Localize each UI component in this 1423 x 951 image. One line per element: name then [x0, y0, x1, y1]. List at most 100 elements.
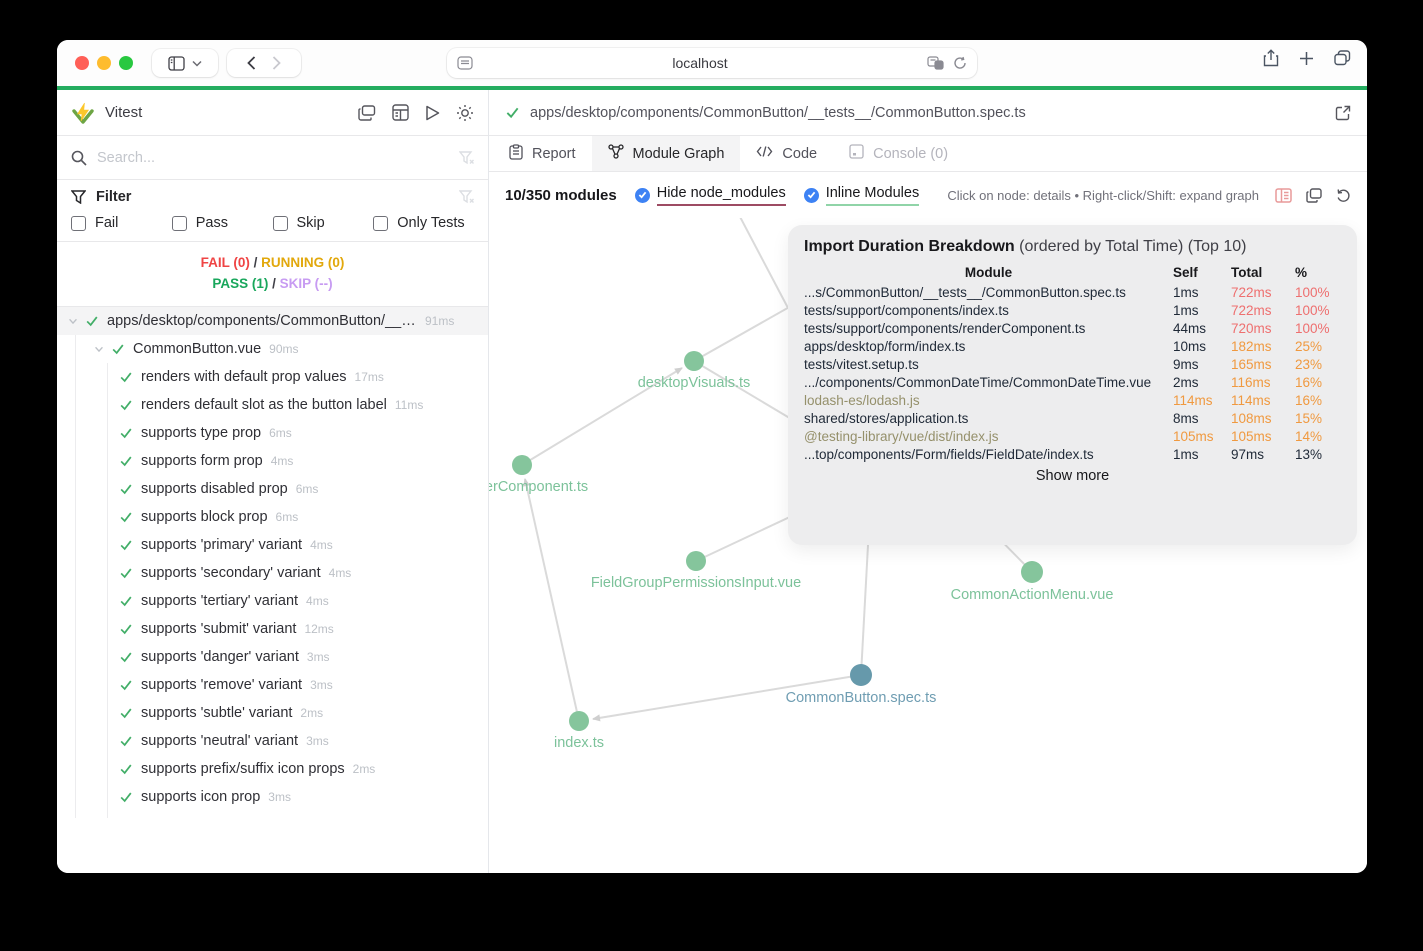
test-case-row[interactable]: supports block prop 6ms	[57, 503, 488, 531]
test-case-row[interactable]: supports icon prop 3ms	[57, 783, 488, 811]
column-header-total: Total	[1231, 265, 1263, 280]
open-external-icon[interactable]	[1335, 105, 1351, 121]
test-suite-row[interactable]: CommonButton.vue 90ms	[57, 335, 488, 363]
tab-label: Code	[782, 145, 818, 162]
test-case-row[interactable]: supports 'danger' variant 3ms	[57, 643, 488, 671]
breakdown-row[interactable]: tests/support/components/index.ts 1ms 72…	[804, 301, 1341, 319]
search-icon	[71, 150, 87, 166]
clear-filters-icon[interactable]	[459, 190, 474, 204]
test-case-row[interactable]: renders with default prop values 17ms	[57, 363, 488, 391]
test-case-label: supports prefix/suffix icon props	[141, 761, 345, 777]
checkbox-checked-icon[interactable]	[803, 187, 819, 203]
breakdown-row[interactable]: .../components/CommonDateTime/CommonDate…	[804, 373, 1341, 391]
reload-icon[interactable]	[953, 56, 967, 70]
graph-node-index.ts[interactable]	[569, 711, 589, 731]
address-bar[interactable]: localhost	[447, 48, 977, 78]
breakdown-row[interactable]: tests/vitest.setup.ts 9ms 165ms 23%	[804, 355, 1341, 373]
minimize-button[interactable]	[97, 56, 111, 70]
breakdown-panel-icon[interactable]	[1275, 187, 1292, 203]
run-icon[interactable]	[425, 105, 440, 121]
checkbox-unchecked-icon[interactable]	[373, 215, 389, 231]
test-case-row[interactable]: supports 'tertiary' variant 4ms	[57, 587, 488, 615]
breakdown-row[interactable]: tests/support/components/renderComponent…	[804, 319, 1341, 337]
forward-button[interactable]	[272, 56, 281, 70]
filter-icon	[71, 190, 86, 204]
test-case-row[interactable]: supports 'neutral' variant 3ms	[57, 727, 488, 755]
tab-overview-icon[interactable]	[1334, 50, 1351, 66]
test-case-label: supports 'secondary' variant	[141, 565, 321, 581]
breakdown-title: Import Duration Breakdown (ordered by To…	[804, 238, 1247, 255]
test-case-label: renders with default prop values	[141, 369, 347, 385]
checkbox-checked-icon[interactable]	[634, 187, 650, 203]
test-file-row[interactable]: apps/desktop/components/CommonButton/__t…	[57, 307, 488, 335]
layers-icon[interactable]	[358, 104, 376, 121]
inline-modules-checkbox[interactable]: Inline Modules	[803, 185, 920, 206]
test-case-label: supports 'tertiary' variant	[141, 593, 299, 609]
clear-search-filter-icon[interactable]	[459, 150, 474, 165]
tab-module-graph[interactable]: Module Graph	[591, 136, 741, 171]
translate-icon[interactable]	[927, 56, 945, 70]
hide-node-modules-checkbox[interactable]: Hide node_modules	[634, 185, 786, 206]
breakdown-row[interactable]: apps/desktop/form/index.ts 10ms 182ms 25…	[804, 337, 1341, 355]
test-case-row[interactable]: supports 'primary' variant 4ms	[57, 531, 488, 559]
chevron-down-icon[interactable]	[67, 315, 79, 327]
tab-report[interactable]: Report	[493, 136, 592, 171]
dashboard-icon[interactable]	[392, 104, 409, 121]
graph-node-label: CommonActionMenu.vue	[951, 587, 1114, 603]
copy-graph-icon[interactable]	[1306, 187, 1322, 203]
new-tab-icon[interactable]	[1299, 51, 1314, 66]
filter-checkbox-only-tests[interactable]: Only Tests	[373, 215, 474, 231]
check-icon	[120, 372, 132, 383]
test-case-row[interactable]: supports prefix/suffix icon props 2ms	[57, 755, 488, 783]
sidebar-toggle-button[interactable]	[152, 49, 218, 77]
module-graph-icon	[607, 144, 624, 163]
test-case-row[interactable]: supports type prop 6ms	[57, 419, 488, 447]
graph-node-CommonActionMenu.vue[interactable]	[1021, 561, 1043, 583]
checkbox-unchecked-icon[interactable]	[71, 215, 86, 231]
test-case-row[interactable]: supports 'subtle' variant 2ms	[57, 699, 488, 727]
filter-checkbox-fail[interactable]: Fail	[71, 215, 172, 231]
graph-node-desktopVisuals.ts[interactable]	[684, 351, 704, 371]
back-button[interactable]	[247, 56, 256, 70]
breakdown-row[interactable]: ...top/components/Form/fields/FieldDate/…	[804, 445, 1341, 463]
checkbox-unchecked-icon[interactable]	[272, 215, 288, 231]
breakdown-row[interactable]: lodash-es/lodash.js 114ms 114ms 16%	[804, 391, 1341, 409]
vitest-logo	[72, 102, 94, 124]
breakdown-row[interactable]: ...s/CommonButton/__tests__/CommonButton…	[804, 283, 1341, 301]
show-more-button[interactable]: Show more	[804, 468, 1341, 484]
breakdown-total: 108ms	[1231, 410, 1272, 426]
theme-toggle-icon[interactable]	[456, 104, 474, 122]
chevron-down-icon[interactable]	[93, 343, 105, 355]
test-case-row[interactable]: supports 'secondary' variant 4ms	[57, 559, 488, 587]
breakdown-pct: 13%	[1295, 446, 1323, 462]
breakdown-module: tests/vitest.setup.ts	[804, 356, 919, 372]
breakdown-self: 114ms	[1173, 392, 1213, 408]
graph-node-renderComponent.ts[interactable]	[512, 455, 532, 475]
tab-console-0[interactable]: Console (0)	[833, 136, 964, 171]
filter-checkbox-skip[interactable]: Skip	[272, 215, 374, 231]
breakdown-self: 1ms	[1173, 302, 1199, 318]
test-case-row[interactable]: supports disabled prop 6ms	[57, 475, 488, 503]
breakdown-row[interactable]: shared/stores/application.ts 8ms 108ms 1…	[804, 409, 1341, 427]
module-graph-canvas[interactable]: desktopVisuals.ts renderComponent.ts Field…	[489, 218, 1367, 873]
tab-code[interactable]: Code	[740, 136, 833, 171]
filter-checkbox-pass[interactable]: Pass	[171, 215, 273, 231]
test-case-row[interactable]: renders default slot as the button label…	[57, 391, 488, 419]
graph-node-FieldGroupPermissionsInput.vue[interactable]	[686, 551, 706, 571]
test-case-row[interactable]: supports form prop 4ms	[57, 447, 488, 475]
sidebar: Vitest Filter	[57, 90, 489, 873]
test-case-row[interactable]: supports 'remove' variant 3ms	[57, 671, 488, 699]
reader-icon[interactable]	[457, 56, 473, 70]
test-case-time: 12ms	[304, 622, 334, 636]
checkbox-unchecked-icon[interactable]	[171, 215, 187, 231]
share-icon[interactable]	[1263, 49, 1279, 67]
zoom-button[interactable]	[119, 56, 133, 70]
close-button[interactable]	[75, 56, 89, 70]
test-case-row[interactable]: supports 'submit' variant 12ms	[57, 615, 488, 643]
chrome-actions	[1263, 49, 1351, 67]
breakdown-row[interactable]: @testing-library/vue/dist/index.js 105ms…	[804, 427, 1341, 445]
graph-node-CommonButton.spec.ts[interactable]	[850, 664, 872, 686]
reset-graph-icon[interactable]	[1336, 188, 1351, 203]
check-icon	[120, 624, 132, 635]
search-input[interactable]	[97, 149, 449, 166]
